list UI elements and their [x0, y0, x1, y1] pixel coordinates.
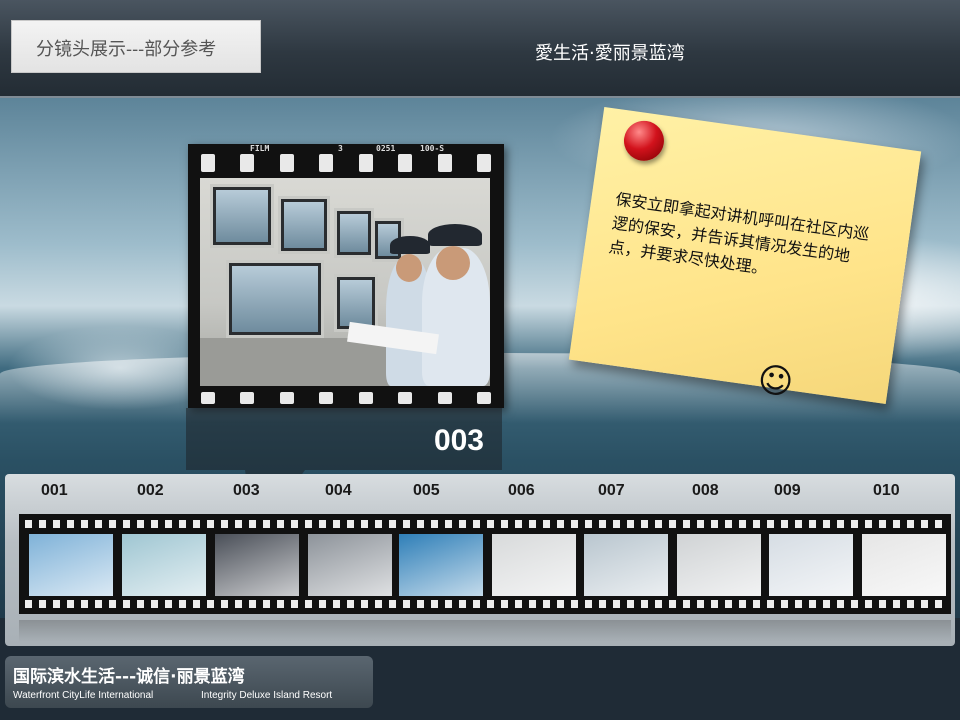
frame-caption: 003	[186, 408, 502, 470]
filmstrip-labels: 001 002 003 004 005 006 007 008 009 010	[5, 482, 955, 504]
water-drop-icon[interactable]	[399, 534, 483, 596]
frame-label-005[interactable]: 005	[413, 482, 440, 500]
gear-man-icon[interactable]	[492, 534, 576, 596]
chart-pen-icon[interactable]	[677, 534, 761, 596]
smiley-icon: ☺	[755, 359, 796, 404]
note-text: 保安立即拿起对讲机呼叫在社区内巡逻的保安，并告诉其情况发生的地点，并要求尽快处理…	[607, 189, 871, 279]
frame-label-001[interactable]: 001	[41, 482, 68, 500]
film-number-label: 3	[338, 144, 343, 153]
film-code-label: 0251	[376, 144, 396, 153]
filmstrip-reflection	[19, 620, 951, 642]
filmstrip-panel: 001 002 003 004 005 006 007 008 009 010	[5, 474, 955, 646]
frame-label-008[interactable]: 008	[692, 482, 719, 500]
meeting-icon[interactable]	[584, 534, 668, 596]
light-bulbs-icon[interactable]	[122, 534, 206, 596]
gears-icon[interactable]	[308, 534, 392, 596]
footer-title: 国际滨水生活---诚信·丽景蓝湾	[13, 667, 245, 687]
film-frame: FILM 3 0251 100-S	[188, 144, 504, 408]
woman-growth-chart-icon[interactable]	[769, 534, 853, 596]
frame-label-003[interactable]: 003	[233, 482, 260, 500]
open-door-sky-icon[interactable]	[29, 534, 113, 596]
sticky-note: 保安立即拿起对讲机呼叫在社区内巡逻的保安，并告诉其情况发生的地点，并要求尽快处理…	[568, 106, 922, 405]
frame-label-004[interactable]: 004	[325, 482, 352, 500]
frame-label-010[interactable]: 010	[873, 482, 900, 500]
page-title: 分镜头展示---部分参考	[36, 39, 217, 60]
film-speed-label: 100-S	[420, 144, 445, 153]
monitor	[210, 184, 274, 248]
guard-figure	[422, 224, 490, 386]
frame-label-002[interactable]: 002	[137, 482, 164, 500]
header-bar: 分镜头展示---部分参考 愛生活·愛丽景蓝湾	[0, 0, 960, 98]
film-holes-bottom	[25, 600, 945, 608]
security-monitoring-photo	[200, 178, 490, 386]
film-sprockets-top	[188, 148, 504, 178]
frame-label-009[interactable]: 009	[774, 482, 801, 500]
frame-label-007[interactable]: 007	[598, 482, 625, 500]
film-holes-top	[25, 520, 945, 528]
film-sprockets-bottom	[188, 388, 504, 408]
footer-subtitle-right: Integrity Deluxe Island Resort	[201, 690, 333, 701]
monitor	[226, 260, 324, 338]
current-frame-number: 003	[433, 424, 484, 457]
footer-box: 国际滨水生活---诚信·丽景蓝湾 Waterfront CityLife Int…	[5, 656, 373, 708]
footer-subtitle-left: Waterfront CityLife International	[13, 690, 154, 701]
monitor	[278, 196, 330, 254]
film-label: FILM	[250, 144, 270, 153]
filmstrip	[19, 514, 951, 614]
red-pushpin-icon	[621, 118, 667, 164]
brand-text: 愛生活·愛丽景蓝湾	[535, 43, 685, 64]
frame-label-006[interactable]: 006	[508, 482, 535, 500]
title-box: 分镜头展示---部分参考	[11, 20, 261, 73]
business-people-icon[interactable]	[215, 534, 299, 596]
signature-pen-icon[interactable]	[862, 534, 946, 596]
monitor	[334, 208, 374, 258]
